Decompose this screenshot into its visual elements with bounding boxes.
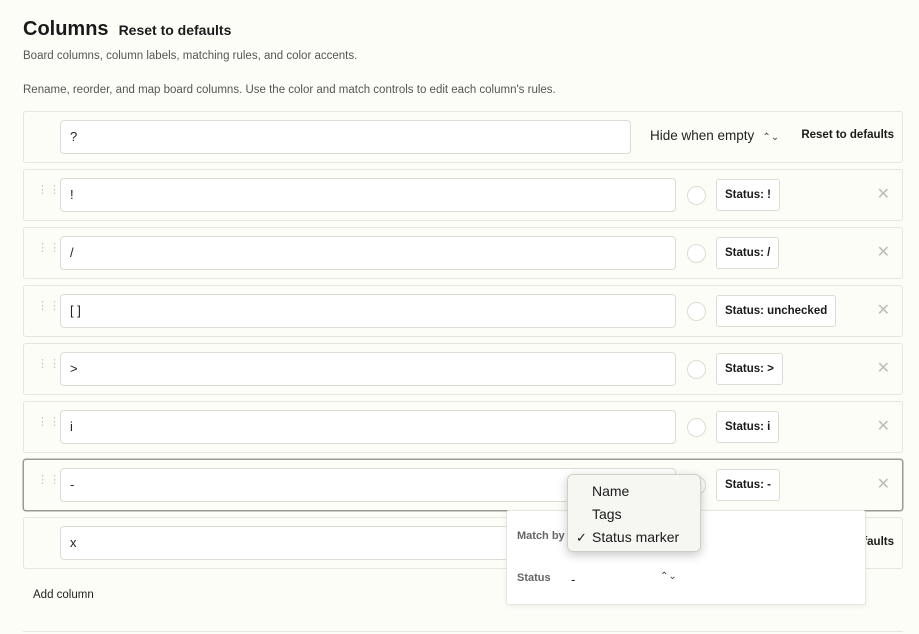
drag-handle-icon[interactable]: ⋮⋮ bbox=[37, 301, 60, 318]
match-by-label: Match by bbox=[517, 530, 565, 542]
color-picker-dot[interactable] bbox=[687, 186, 706, 205]
reset-column-button[interactable]: Reset to defaults bbox=[801, 129, 894, 141]
color-picker-dot[interactable] bbox=[687, 360, 706, 379]
status-match-button[interactable]: Status: / bbox=[716, 237, 780, 269]
drag-handle-icon[interactable]: ⋮⋮ bbox=[37, 359, 60, 376]
status-label: Status bbox=[517, 572, 551, 584]
header: Columns Reset to defaults bbox=[23, 18, 231, 41]
hide-when-empty-select[interactable]: Hide when empty ⌃⌄ bbox=[650, 128, 779, 143]
column-name-input[interactable]: [ ] bbox=[60, 294, 676, 328]
column-row: ⋮⋮ ! Status: ! ✕ bbox=[23, 169, 903, 221]
status-match-button[interactable]: Status: unchecked bbox=[716, 295, 837, 327]
drag-handle-icon[interactable]: ⋮⋮ bbox=[37, 417, 60, 434]
match-by-dropdown: Name Tags ✓ Status marker bbox=[567, 474, 701, 552]
column-row: ⋮⋮ / Status: / ✕ bbox=[23, 227, 903, 279]
close-icon[interactable]: ✕ bbox=[877, 245, 890, 261]
dropdown-option-tags[interactable]: Tags bbox=[592, 506, 622, 522]
drag-handle-icon[interactable]: ⋮⋮ bbox=[37, 185, 60, 202]
page-subtitle: Board columns, column labels, matching r… bbox=[23, 50, 358, 62]
color-picker-dot[interactable] bbox=[687, 244, 706, 263]
drag-handle-icon[interactable]: ⋮⋮ bbox=[37, 475, 60, 492]
close-icon[interactable]: ✕ bbox=[877, 303, 890, 319]
dropdown-option-status-marker[interactable]: Status marker bbox=[592, 529, 679, 545]
column-name-input[interactable]: i bbox=[60, 410, 676, 444]
divider bbox=[23, 631, 903, 632]
column-row: ⋮⋮ i Status: i ✕ bbox=[23, 401, 903, 453]
color-picker-dot[interactable] bbox=[687, 302, 706, 321]
column-row: ⋮⋮ [ ] Status: unchecked ✕ bbox=[23, 285, 903, 337]
help-text: Rename, reorder, and map board columns. … bbox=[23, 84, 556, 96]
status-match-button[interactable]: Status: > bbox=[716, 353, 783, 385]
close-icon[interactable]: ✕ bbox=[877, 419, 890, 435]
status-select[interactable]: - bbox=[571, 572, 575, 587]
status-match-button[interactable]: Status: ! bbox=[716, 179, 780, 211]
color-picker-dot[interactable] bbox=[687, 418, 706, 437]
add-column-button[interactable]: Add column bbox=[33, 589, 94, 601]
up-down-chevron-icon[interactable]: ⌃⌄ bbox=[660, 571, 677, 582]
column-row: ⋮⋮ > Status: > ✕ bbox=[23, 343, 903, 395]
column-name-input[interactable]: ? bbox=[60, 120, 631, 154]
column-name-input[interactable]: ! bbox=[60, 178, 676, 212]
close-icon[interactable]: ✕ bbox=[877, 361, 890, 377]
close-icon[interactable]: ✕ bbox=[877, 477, 890, 493]
status-match-button[interactable]: Status: - bbox=[716, 469, 780, 501]
column-name-input[interactable]: / bbox=[60, 236, 676, 270]
close-icon[interactable]: ✕ bbox=[877, 187, 890, 203]
hide-when-empty-label: Hide when empty bbox=[650, 128, 755, 143]
column-row-active: ⋮⋮ - Status: - ✕ bbox=[23, 459, 903, 511]
column-name-input[interactable]: > bbox=[60, 352, 676, 386]
dropdown-option-name[interactable]: Name bbox=[592, 483, 629, 499]
page-title: Columns bbox=[23, 18, 109, 40]
up-down-chevron-icon: ⌃⌄ bbox=[762, 132, 780, 143]
reset-defaults-button[interactable]: Reset to defaults bbox=[119, 22, 232, 38]
drag-handle-icon[interactable]: ⋮⋮ bbox=[37, 243, 60, 260]
status-match-button[interactable]: Status: i bbox=[716, 411, 780, 443]
column-row-top: ? Hide when empty ⌃⌄ Reset to defaults bbox=[23, 111, 903, 163]
checkmark-icon: ✓ bbox=[576, 530, 587, 545]
